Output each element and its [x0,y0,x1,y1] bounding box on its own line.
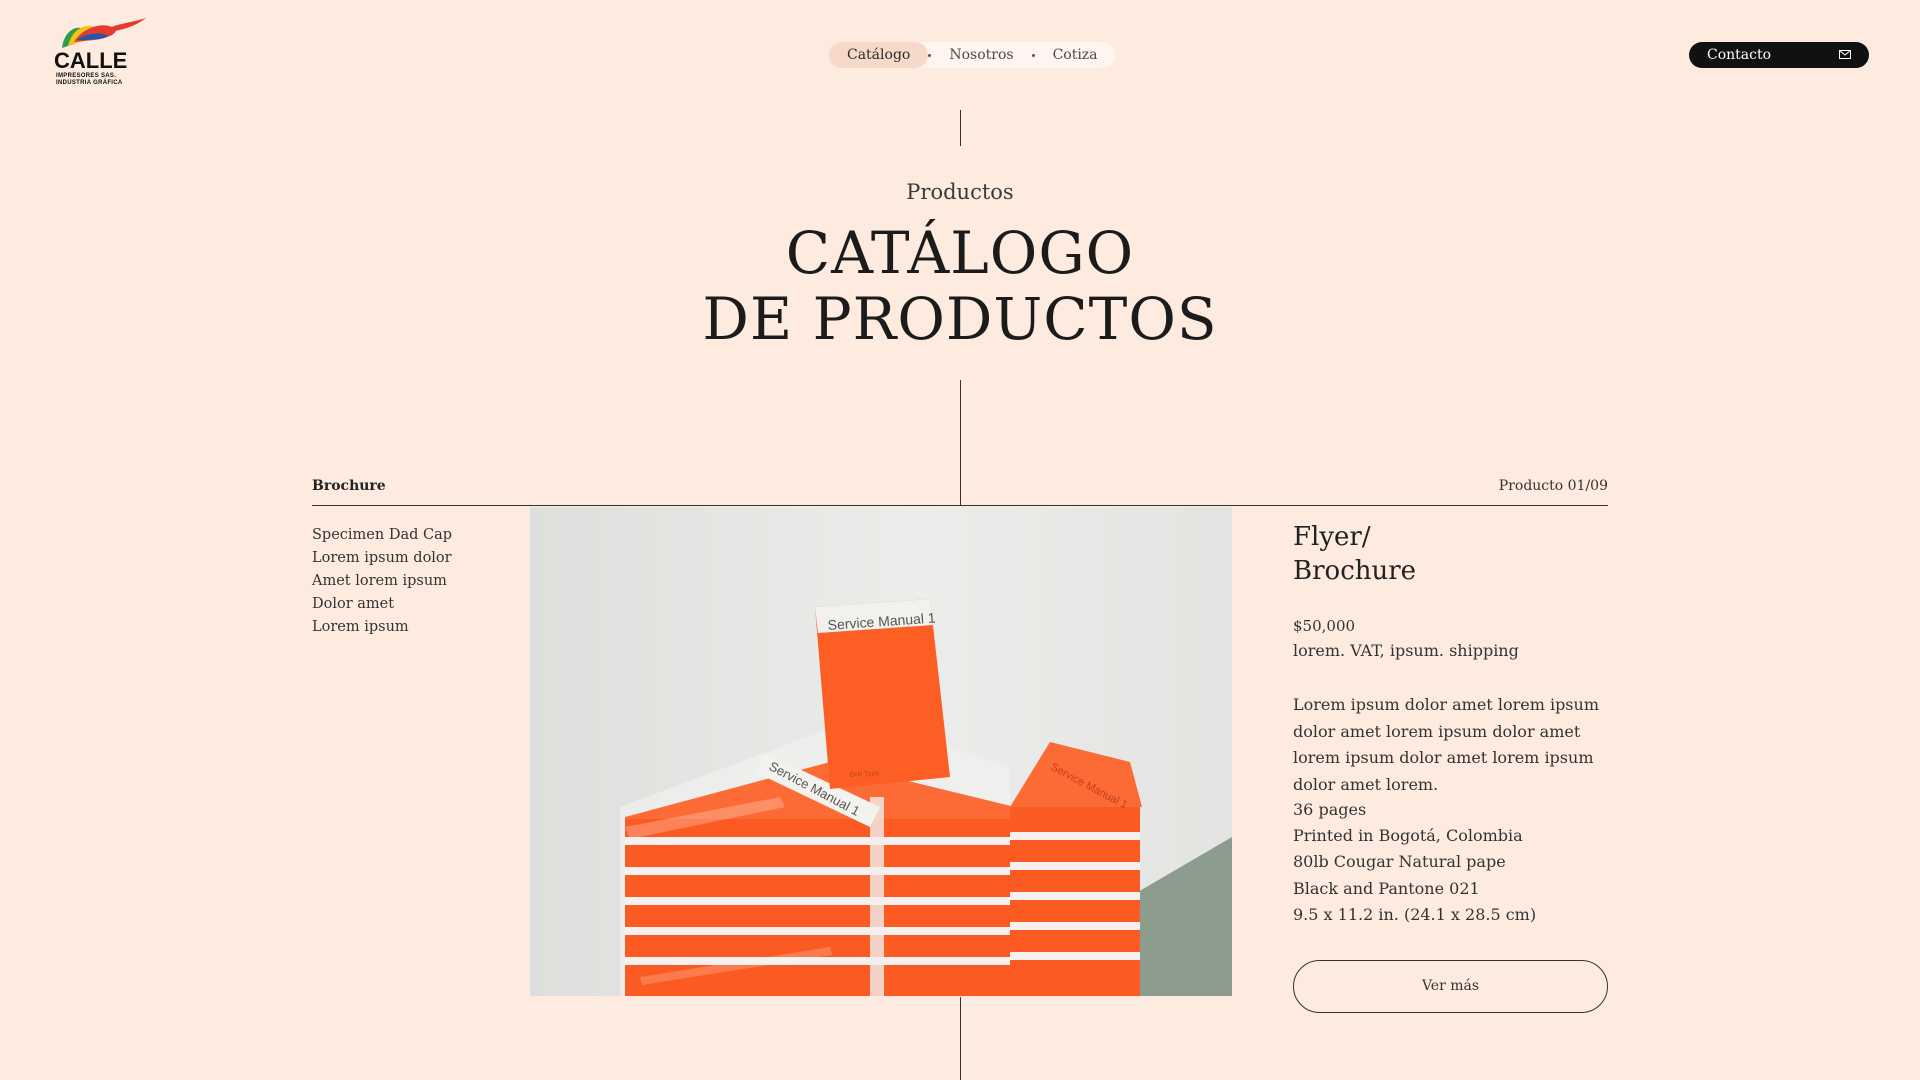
subcategory-item[interactable]: Amet lorem ipsum [312,570,452,593]
spec-item: 80lb Cougar Natural pape [1293,852,1506,872]
logo-swoosh-icon [62,18,146,48]
subcategory-item[interactable]: Lorem ipsum dolor [312,547,452,570]
product-image: Service Manual 1 Service Manual 1 Servic… [530,507,1232,996]
see-more-button[interactable]: Ver más [1293,960,1608,1013]
divider-line [960,997,961,1080]
subcategory-item[interactable]: Specimen Dad Cap [312,524,452,547]
section-divider [312,505,1608,506]
product-counter: Producto 01/09 [1498,478,1608,494]
subcategory-item[interactable]: Dolor amet [312,593,452,616]
product-description: Lorem ipsum dolor amet lorem ipsum dolor… [1293,695,1599,794]
section-kicker: Productos [906,180,1014,204]
product-price: $50,000 [1293,617,1356,635]
product-name: Flyer/ Brochure [1293,522,1417,586]
spec-item: 36 pages [1293,800,1367,819]
logo-subtitle: IMPRESORES SAS. INDUSTRIA GRÁFICA [56,73,123,86]
product-specs: 36 pages Printed in Bogotá, Colombia 80l… [1293,797,1536,928]
divider-line [960,110,961,146]
subcategory-item[interactable]: Lorem ipsum [312,616,452,639]
spec-item: Printed in Bogotá, Colombia [1293,826,1523,846]
spec-item: 9.5 x 11.2 in. (24.1 x 28.5 cm) [1293,904,1537,924]
nav-item-cotiza[interactable]: Cotiza [1035,42,1116,68]
page-title: CATÁLOGO DE PRODUCTOS [702,219,1218,353]
product-photo-illustration: Service Manual 1 Service Manual 1 Servic… [530,507,1232,996]
subcategory-list: Specimen Dad Cap Lorem ipsum dolor Amet … [312,524,452,639]
divider-line [960,380,961,505]
spec-item: Black and Pantone 021 [1293,878,1480,898]
nav-item-catalogo[interactable]: Catálogo [829,42,929,68]
logo-wordmark: CALLE [54,48,128,73]
brand-logo[interactable]: CALLE IMPRESORES SAS. INDUSTRIA GRÁFICA [54,18,146,86]
contact-button[interactable]: Contacto [1689,42,1869,68]
main-nav: Catálogo Nosotros Cotiza [829,42,1116,68]
mail-icon [1839,50,1851,59]
nav-item-nosotros[interactable]: Nosotros [931,42,1031,68]
product-shipping-note: lorem. VAT, ipsum. shipping [1293,641,1519,660]
contact-label: Contacto [1707,47,1772,63]
category-label: Brochure [312,478,386,494]
